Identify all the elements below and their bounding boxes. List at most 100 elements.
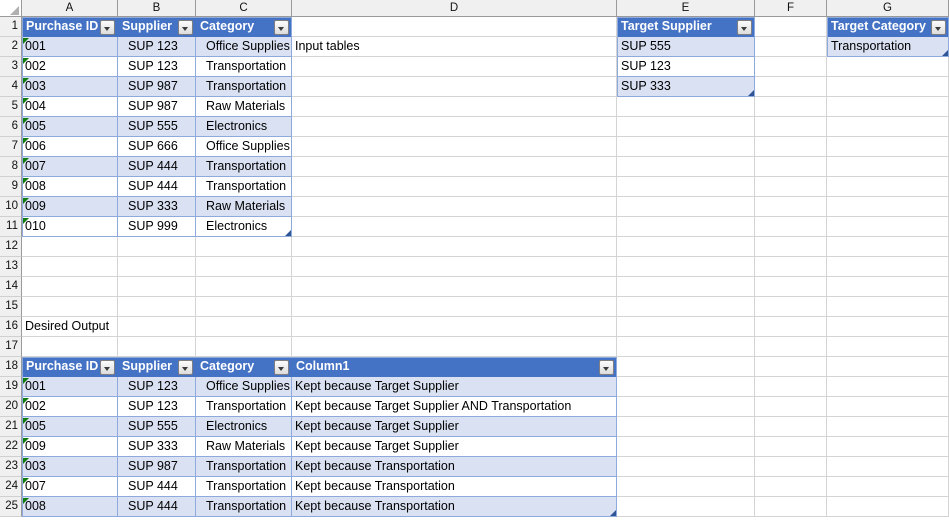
grid-cell — [118, 237, 196, 257]
desired-output-cell: 008 — [22, 497, 118, 517]
filter-dropdown-icon[interactable] — [737, 20, 752, 35]
table-resize-handle[interactable] — [610, 510, 616, 516]
desired-output-cell: Kept because Target Supplier AND Transpo… — [292, 397, 617, 417]
filter-dropdown-icon[interactable] — [274, 360, 289, 375]
desired-output-cell: Transportation — [196, 397, 292, 417]
purchases-cell: SUP 333 — [118, 197, 196, 217]
row-header-18[interactable]: 18 — [0, 357, 22, 377]
row-header-15[interactable]: 15 — [0, 297, 22, 317]
grid-cell — [617, 197, 755, 217]
grid-cell — [827, 217, 949, 237]
table-resize-handle[interactable] — [942, 50, 948, 56]
grid-cell — [617, 417, 755, 437]
purchases-cell: Transportation — [196, 77, 292, 97]
desired-output-cell: 005 — [22, 417, 118, 437]
filter-dropdown-icon[interactable] — [931, 20, 946, 35]
row-header-10[interactable]: 10 — [0, 197, 22, 217]
column-header-strip: ABCDEFG — [0, 0, 949, 17]
column-header-f[interactable]: F — [755, 0, 827, 17]
row-header-6[interactable]: 6 — [0, 117, 22, 137]
table-resize-handle[interactable] — [285, 230, 291, 236]
grid-cell — [755, 357, 827, 377]
row-header-12[interactable]: 12 — [0, 237, 22, 257]
number-stored-as-text-icon — [23, 98, 29, 104]
grid-cell — [617, 257, 755, 277]
row-header-4[interactable]: 4 — [0, 77, 22, 97]
row-header-19[interactable]: 19 — [0, 377, 22, 397]
grid-cell — [617, 277, 755, 297]
number-stored-as-text-icon — [23, 498, 29, 504]
table-resize-handle[interactable] — [748, 90, 754, 96]
desired-output-cell: Transportation — [196, 457, 292, 477]
column-header-d[interactable]: D — [292, 0, 617, 17]
purchases-cell: 002 — [22, 57, 118, 77]
row-header-24[interactable]: 24 — [0, 477, 22, 497]
grid-cell — [292, 177, 617, 197]
target-supplier-cell: SUP 555 — [617, 37, 755, 57]
column-header-e[interactable]: E — [617, 0, 755, 17]
purchases-cell: 006 — [22, 137, 118, 157]
desired-output-cell: SUP 555 — [118, 417, 196, 437]
row-header-21[interactable]: 21 — [0, 417, 22, 437]
spreadsheet-grid[interactable]: A B C D E F G 1 2 3 4 5 6 7 8 9 10 11 12 13 14 15 16 17 18 19 20 21… — [0, 0, 949, 523]
grid-cell — [617, 217, 755, 237]
row-header-8[interactable]: 8 — [0, 157, 22, 177]
desired-output-cell: Kept because Target Supplier — [292, 417, 617, 437]
filter-dropdown-icon[interactable] — [178, 20, 193, 35]
row-header-23[interactable]: 23 — [0, 457, 22, 477]
grid-cell — [827, 157, 949, 177]
grid-cell — [827, 357, 949, 377]
select-all-triangle-icon — [10, 6, 19, 15]
select-all-corner[interactable] — [0, 0, 22, 17]
number-stored-as-text-icon — [23, 38, 29, 44]
row-header-25[interactable]: 25 — [0, 497, 22, 517]
row-header-14[interactable]: 14 — [0, 277, 22, 297]
grid-cell — [827, 477, 949, 497]
row-header-20[interactable]: 20 — [0, 397, 22, 417]
filter-dropdown-icon[interactable] — [178, 360, 193, 375]
column-header-c[interactable]: C — [196, 0, 292, 17]
purchases-cell: Electronics — [196, 217, 292, 237]
grid-cell — [22, 257, 118, 277]
row-header-11[interactable]: 11 — [0, 217, 22, 237]
number-stored-as-text-icon — [23, 178, 29, 184]
row-header-9[interactable]: 9 — [0, 177, 22, 197]
row-header-7[interactable]: 7 — [0, 137, 22, 157]
grid-cell — [292, 197, 617, 217]
filter-dropdown-icon[interactable] — [274, 20, 289, 35]
row-header-3[interactable]: 3 — [0, 57, 22, 77]
grid-cell — [755, 417, 827, 437]
row-header-16[interactable]: 16 — [0, 317, 22, 337]
filter-dropdown-icon[interactable] — [599, 360, 614, 375]
purchases-cell: Office Supplies — [196, 37, 292, 57]
row-header-5[interactable]: 5 — [0, 97, 22, 117]
grid-cell — [755, 337, 827, 357]
column-header-b[interactable]: B — [118, 0, 196, 17]
number-stored-as-text-icon — [23, 398, 29, 404]
purchases-cell: 004 — [22, 97, 118, 117]
row-header-13[interactable]: 13 — [0, 257, 22, 277]
column-header-a[interactable]: A — [22, 0, 118, 17]
grid-cell — [22, 237, 118, 257]
grid-cell — [196, 317, 292, 337]
row-header-17[interactable]: 17 — [0, 337, 22, 357]
grid-cell — [755, 77, 827, 97]
column-header-g[interactable]: G — [827, 0, 949, 17]
filter-dropdown-icon[interactable] — [100, 360, 115, 375]
purchases-cell: 007 — [22, 157, 118, 177]
number-stored-as-text-icon — [23, 78, 29, 84]
number-stored-as-text-icon — [23, 118, 29, 124]
filter-dropdown-icon[interactable] — [100, 20, 115, 35]
grid-cell — [22, 277, 118, 297]
purchases-cell: SUP 123 — [118, 37, 196, 57]
purchases-cell: SUP 444 — [118, 157, 196, 177]
number-stored-as-text-icon — [23, 138, 29, 144]
row-header-1[interactable]: 1 — [0, 17, 22, 37]
grid-cell — [827, 457, 949, 477]
input-tables-label: Input tables — [295, 39, 360, 53]
row-header-22[interactable]: 22 — [0, 437, 22, 457]
desired-output-cell: SUP 444 — [118, 497, 196, 517]
desired-output-cell: 001 — [22, 377, 118, 397]
row-header-2[interactable]: 2 — [0, 37, 22, 57]
target-supplier-cell: SUP 333 — [617, 77, 755, 97]
